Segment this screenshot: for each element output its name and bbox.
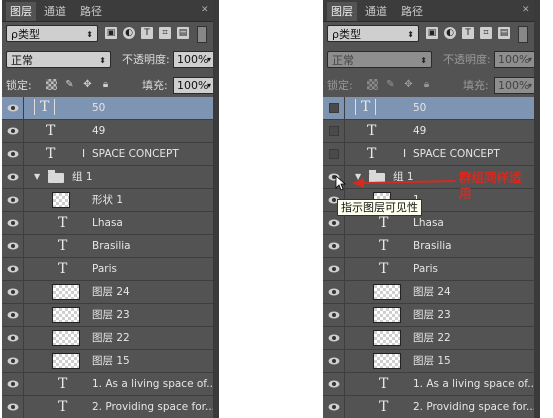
visibility-tooltip: 指示图层可见性 [337, 199, 422, 216]
annotation-text: 群组同样适用 [459, 170, 522, 201]
annotation-overlay [335, 175, 456, 191]
annotation-arrow-head [352, 178, 364, 188]
annotation-arrow-line [361, 180, 456, 184]
mouse-cursor-icon [335, 175, 347, 191]
